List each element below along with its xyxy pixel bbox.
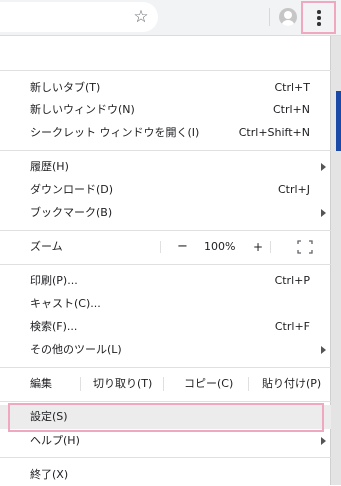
menu-item-shortcut: Ctrl+F — [274, 320, 310, 333]
menu-item-shortcut: Ctrl+T — [274, 81, 310, 94]
toolbar-divider — [269, 8, 270, 26]
cut-button[interactable]: 切り取り(T) — [80, 371, 163, 397]
zoom-out-button[interactable]: − — [177, 235, 188, 259]
menu-item-shortcut: Ctrl+Shift+N — [238, 126, 310, 139]
menu-separator — [0, 230, 331, 231]
menu-item-label: 新しいタブ(T) — [30, 81, 101, 94]
copy-label: コピー(C) — [184, 377, 234, 390]
menu-item-history[interactable]: 履歴(H) — [0, 156, 331, 178]
menu-item-exit[interactable]: 終了(X) — [0, 464, 331, 486]
menu-item-shortcut: Ctrl+N — [272, 103, 310, 116]
copy-button[interactable]: コピー(C) — [163, 371, 248, 397]
settings-highlight-box — [8, 403, 324, 432]
browser-toolbar: ☆ — [0, 0, 341, 36]
menu-item-label: 履歴(H) — [30, 160, 69, 173]
menu-item-label: ヘルプ(H) — [30, 434, 80, 447]
menu-item-label: 印刷(P)... — [30, 274, 78, 287]
menu-separator — [0, 264, 331, 265]
menu-separator — [0, 150, 331, 151]
zoom-row: ズーム − 100% + — [0, 235, 331, 259]
paste-label: 貼り付け(P) — [262, 377, 322, 390]
menu-item-more-tools[interactable]: その他のツール(L) — [0, 339, 331, 361]
menu-separator — [0, 367, 331, 368]
menu-separator — [0, 457, 331, 458]
menu-item-label: 検索(F)... — [30, 320, 78, 333]
fullscreen-icon[interactable] — [297, 240, 313, 254]
menu-item-find[interactable]: 検索(F)... Ctrl+F — [0, 316, 331, 338]
menu-item-new-tab[interactable]: 新しいタブ(T) Ctrl+T — [0, 77, 331, 99]
zoom-level: 100% — [204, 240, 236, 253]
three-dot-vertical-icon[interactable] — [301, 1, 336, 34]
menu-item-print[interactable]: 印刷(P)... Ctrl+P — [0, 270, 331, 292]
menu-item-label: その他のツール(L) — [30, 343, 122, 356]
chrome-main-menu: 新しいタブ(T) Ctrl+T 新しいウィンドウ(N) Ctrl+N シークレッ… — [0, 36, 331, 485]
page-background-strip — [331, 36, 341, 485]
menu-separator — [0, 70, 331, 71]
submenu-arrow-icon — [321, 346, 326, 354]
paste-button[interactable]: 貼り付け(P) — [248, 371, 331, 397]
menu-item-new-window[interactable]: 新しいウィンドウ(N) Ctrl+N — [0, 99, 331, 121]
menu-item-cast[interactable]: キャスト(C)... — [0, 293, 331, 315]
fullscreen-cell — [270, 235, 331, 259]
submenu-arrow-icon — [321, 437, 326, 445]
page-accent — [336, 91, 341, 151]
menu-separator — [0, 401, 331, 402]
menu-item-shortcut: Ctrl+J — [277, 183, 310, 196]
menu-item-bookmarks[interactable]: ブックマーク(B) — [0, 202, 331, 224]
profile-avatar-icon[interactable] — [279, 8, 297, 26]
edit-row: 編集 切り取り(T) コピー(C) 貼り付け(P) — [0, 371, 331, 397]
menu-item-downloads[interactable]: ダウンロード(D) Ctrl+J — [0, 179, 331, 201]
zoom-label: ズーム — [30, 240, 63, 253]
menu-item-label: ブックマーク(B) — [30, 206, 113, 219]
menu-item-shortcut: Ctrl+P — [274, 274, 310, 287]
menu-item-label: キャスト(C)... — [30, 297, 101, 310]
zoom-controls: − 100% + — [160, 235, 270, 259]
star-outline-icon[interactable]: ☆ — [131, 7, 151, 27]
menu-item-label: 新しいウィンドウ(N) — [30, 103, 135, 116]
menu-item-help[interactable]: ヘルプ(H) — [0, 430, 331, 452]
zoom-in-button[interactable]: + — [253, 235, 263, 259]
menu-item-label: シークレット ウィンドウを開く(I) — [30, 126, 200, 139]
edit-label: 編集 — [30, 377, 52, 390]
cut-label: 切り取り(T) — [93, 377, 153, 390]
menu-item-label: 終了(X) — [30, 468, 69, 481]
submenu-arrow-icon — [321, 209, 326, 217]
submenu-arrow-icon — [321, 163, 326, 171]
menu-item-incognito[interactable]: シークレット ウィンドウを開く(I) Ctrl+Shift+N — [0, 122, 331, 144]
menu-item-label: ダウンロード(D) — [30, 183, 114, 196]
